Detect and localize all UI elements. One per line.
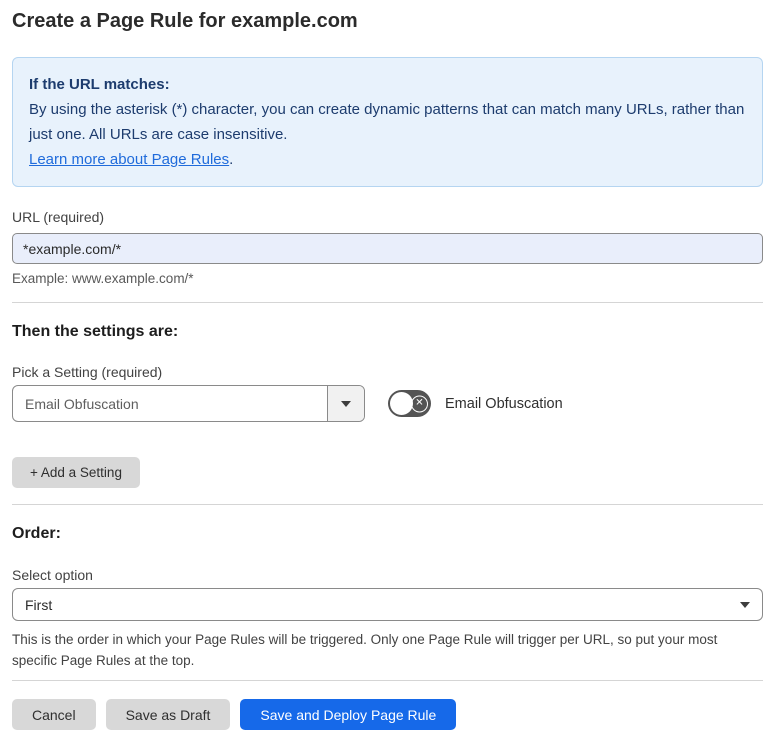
url-example-hint: Example: www.example.com/*: [12, 271, 194, 286]
pick-setting-label: Pick a Setting (required): [12, 364, 163, 380]
toggle-label: Email Obfuscation: [445, 395, 563, 412]
add-setting-button[interactable]: + Add a Setting: [12, 457, 140, 488]
email-obfuscation-toggle-group: ✕ Email Obfuscation: [388, 390, 563, 417]
cancel-button[interactable]: Cancel: [12, 699, 96, 730]
setting-dropdown[interactable]: Email Obfuscation: [12, 385, 365, 422]
url-input[interactable]: [12, 233, 763, 264]
toggle-off-x-icon: ✕: [411, 395, 428, 412]
save-and-deploy-button[interactable]: Save and Deploy Page Rule: [240, 699, 457, 730]
divider: [12, 680, 763, 681]
url-field-label: URL (required): [12, 209, 105, 225]
email-obfuscation-toggle[interactable]: ✕: [388, 390, 431, 417]
url-match-info-box: If the URL matches: By using the asteris…: [12, 57, 763, 187]
order-section-heading: Order:: [12, 525, 61, 542]
order-select[interactable]: First: [12, 588, 763, 621]
save-as-draft-button[interactable]: Save as Draft: [105, 699, 231, 730]
setting-dropdown-arrow-button[interactable]: [327, 386, 364, 421]
divider: [12, 504, 763, 505]
learn-more-link[interactable]: Learn more about Page Rules: [29, 151, 229, 168]
chevron-down-icon: [341, 400, 351, 407]
setting-dropdown-value: Email Obfuscation: [25, 395, 139, 412]
order-select-label: Select option: [12, 567, 93, 583]
footer-actions: Cancel Save as Draft Save and Deploy Pag…: [12, 699, 763, 730]
setting-row: Email Obfuscation ✕ Email Obfuscation: [12, 385, 763, 422]
page-title: Create a Page Rule for example.com: [12, 10, 358, 32]
info-box-heading: If the URL matches:: [29, 76, 170, 93]
divider: [12, 302, 763, 303]
link-suffix: .: [229, 151, 234, 168]
toggle-knob: [390, 392, 413, 415]
page-rule-form: Create a Page Rule for example.com If th…: [0, 0, 775, 746]
info-box-link-row: Learn more about Page Rules.: [29, 147, 746, 172]
chevron-down-icon: [740, 601, 750, 608]
info-box-body: By using the asterisk (*) character, you…: [29, 101, 745, 143]
order-select-value: First: [25, 596, 53, 613]
order-description: This is the order in which your Page Rul…: [12, 632, 718, 668]
settings-section-heading: Then the settings are:: [12, 323, 179, 340]
